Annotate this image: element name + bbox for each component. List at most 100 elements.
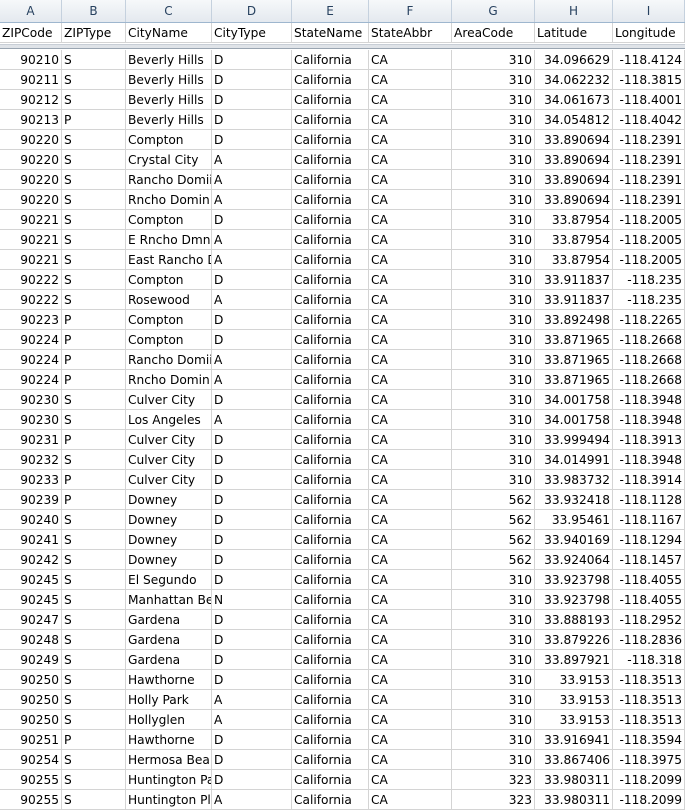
cell-stateabbr[interactable]: CA	[369, 530, 452, 550]
column-header-i[interactable]: I	[613, 0, 685, 22]
cell-longitude[interactable]: -118.2005	[613, 210, 685, 230]
cell-ziptype[interactable]: S	[62, 410, 126, 430]
cell-statename[interactable]: California	[292, 270, 369, 290]
cell-zipcode[interactable]: 90221	[0, 250, 62, 270]
cell-longitude[interactable]: -118.3913	[613, 430, 685, 450]
cell-citytype[interactable]: A	[212, 790, 292, 810]
cell-cityname[interactable]: Holly Park	[126, 690, 212, 710]
cell-stateabbr[interactable]: CA	[369, 670, 452, 690]
cell-areacode[interactable]: 310	[452, 690, 535, 710]
cell-statename[interactable]: California	[292, 170, 369, 190]
cell-latitude[interactable]: 33.890694	[535, 190, 613, 210]
cell-zipcode[interactable]: 90220	[0, 150, 62, 170]
cell-longitude[interactable]: -118.2265	[613, 310, 685, 330]
cell-citytype[interactable]: D	[212, 650, 292, 670]
column-header-b[interactable]: B	[62, 0, 126, 22]
cell-longitude[interactable]: -118.2668	[613, 330, 685, 350]
cell-cityname[interactable]: Compton	[126, 130, 212, 150]
cell-ziptype[interactable]: S	[62, 630, 126, 650]
cell-longitude[interactable]: -118.2391	[613, 170, 685, 190]
cell-cityname[interactable]: Hollyglen	[126, 710, 212, 730]
cell-zipcode[interactable]: 90213	[0, 110, 62, 130]
cell-latitude[interactable]: 33.923798	[535, 590, 613, 610]
cell-stateabbr[interactable]: CA	[369, 690, 452, 710]
cell-stateabbr[interactable]: CA	[369, 790, 452, 810]
cell-latitude[interactable]: 34.096629	[535, 50, 613, 70]
cell-citytype[interactable]: D	[212, 90, 292, 110]
cell-areacode[interactable]: 310	[452, 150, 535, 170]
cell-statename[interactable]: California	[292, 150, 369, 170]
cell-areacode[interactable]: 310	[452, 410, 535, 430]
cell-citytype[interactable]: D	[212, 450, 292, 470]
cell-stateabbr[interactable]: CA	[369, 130, 452, 150]
cell-ziptype[interactable]: P	[62, 350, 126, 370]
cell-longitude[interactable]: -118.2836	[613, 630, 685, 650]
cell-longitude[interactable]: -118.2668	[613, 350, 685, 370]
cell-areacode[interactable]: 310	[452, 250, 535, 270]
cell-cityname[interactable]: Compton	[126, 310, 212, 330]
cell-areacode[interactable]: 310	[452, 430, 535, 450]
cell-longitude[interactable]: -118.3513	[613, 710, 685, 730]
cell-zipcode[interactable]: 90255	[0, 790, 62, 810]
cell-stateabbr[interactable]: CA	[369, 430, 452, 450]
cell-statename[interactable]: California	[292, 490, 369, 510]
cell-latitude[interactable]: 33.892498	[535, 310, 613, 330]
cell-cityname[interactable]: Beverly Hills	[126, 50, 212, 70]
cell-ziptype[interactable]: S	[62, 550, 126, 570]
cell-ziptype[interactable]: S	[62, 90, 126, 110]
cell-latitude[interactable]: 33.980311	[535, 790, 613, 810]
header-cell-longitude[interactable]: Longitude	[613, 23, 685, 43]
cell-areacode[interactable]: 310	[452, 590, 535, 610]
cell-longitude[interactable]: -118.235	[613, 290, 685, 310]
cell-statename[interactable]: California	[292, 690, 369, 710]
cell-zipcode[interactable]: 90230	[0, 390, 62, 410]
cell-latitude[interactable]: 33.9153	[535, 670, 613, 690]
cell-zipcode[interactable]: 90224	[0, 370, 62, 390]
cell-cityname[interactable]: Culver City	[126, 450, 212, 470]
cell-areacode[interactable]: 310	[452, 350, 535, 370]
cell-ziptype[interactable]: S	[62, 710, 126, 730]
cell-cityname[interactable]: Crystal City	[126, 150, 212, 170]
cell-cityname[interactable]: East Rancho D	[126, 250, 212, 270]
cell-longitude[interactable]: -118.3948	[613, 390, 685, 410]
cell-citytype[interactable]: A	[212, 290, 292, 310]
cell-ziptype[interactable]: S	[62, 650, 126, 670]
cell-cityname[interactable]: Downey	[126, 510, 212, 530]
cell-cityname[interactable]: Manhattan Be	[126, 590, 212, 610]
cell-zipcode[interactable]: 90251	[0, 730, 62, 750]
cell-citytype[interactable]: D	[212, 670, 292, 690]
cell-citytype[interactable]: A	[212, 250, 292, 270]
cell-longitude[interactable]: -118.4001	[613, 90, 685, 110]
cell-stateabbr[interactable]: CA	[369, 570, 452, 590]
cell-ziptype[interactable]: S	[62, 530, 126, 550]
cell-ziptype[interactable]: S	[62, 770, 126, 790]
cell-stateabbr[interactable]: CA	[369, 290, 452, 310]
cell-stateabbr[interactable]: CA	[369, 770, 452, 790]
cell-stateabbr[interactable]: CA	[369, 450, 452, 470]
cell-latitude[interactable]: 34.014991	[535, 450, 613, 470]
cell-longitude[interactable]: -118.2391	[613, 150, 685, 170]
cell-longitude[interactable]: -118.2099	[613, 790, 685, 810]
cell-latitude[interactable]: 33.911837	[535, 290, 613, 310]
cell-zipcode[interactable]: 90250	[0, 710, 62, 730]
cell-zipcode[interactable]: 90248	[0, 630, 62, 650]
cell-stateabbr[interactable]: CA	[369, 210, 452, 230]
cell-cityname[interactable]: Rncho Domin	[126, 190, 212, 210]
cell-longitude[interactable]: -118.4055	[613, 570, 685, 590]
cell-stateabbr[interactable]: CA	[369, 250, 452, 270]
cell-statename[interactable]: California	[292, 390, 369, 410]
cell-latitude[interactable]: 33.923798	[535, 570, 613, 590]
cell-stateabbr[interactable]: CA	[369, 310, 452, 330]
cell-statename[interactable]: California	[292, 470, 369, 490]
cell-statename[interactable]: California	[292, 770, 369, 790]
cell-zipcode[interactable]: 90220	[0, 170, 62, 190]
cell-statename[interactable]: California	[292, 310, 369, 330]
cell-stateabbr[interactable]: CA	[369, 150, 452, 170]
cell-zipcode[interactable]: 90250	[0, 670, 62, 690]
cell-zipcode[interactable]: 90211	[0, 70, 62, 90]
cell-cityname[interactable]: Beverly Hills	[126, 70, 212, 90]
cell-ziptype[interactable]: S	[62, 230, 126, 250]
cell-statename[interactable]: California	[292, 550, 369, 570]
cell-ziptype[interactable]: S	[62, 130, 126, 150]
cell-citytype[interactable]: D	[212, 730, 292, 750]
